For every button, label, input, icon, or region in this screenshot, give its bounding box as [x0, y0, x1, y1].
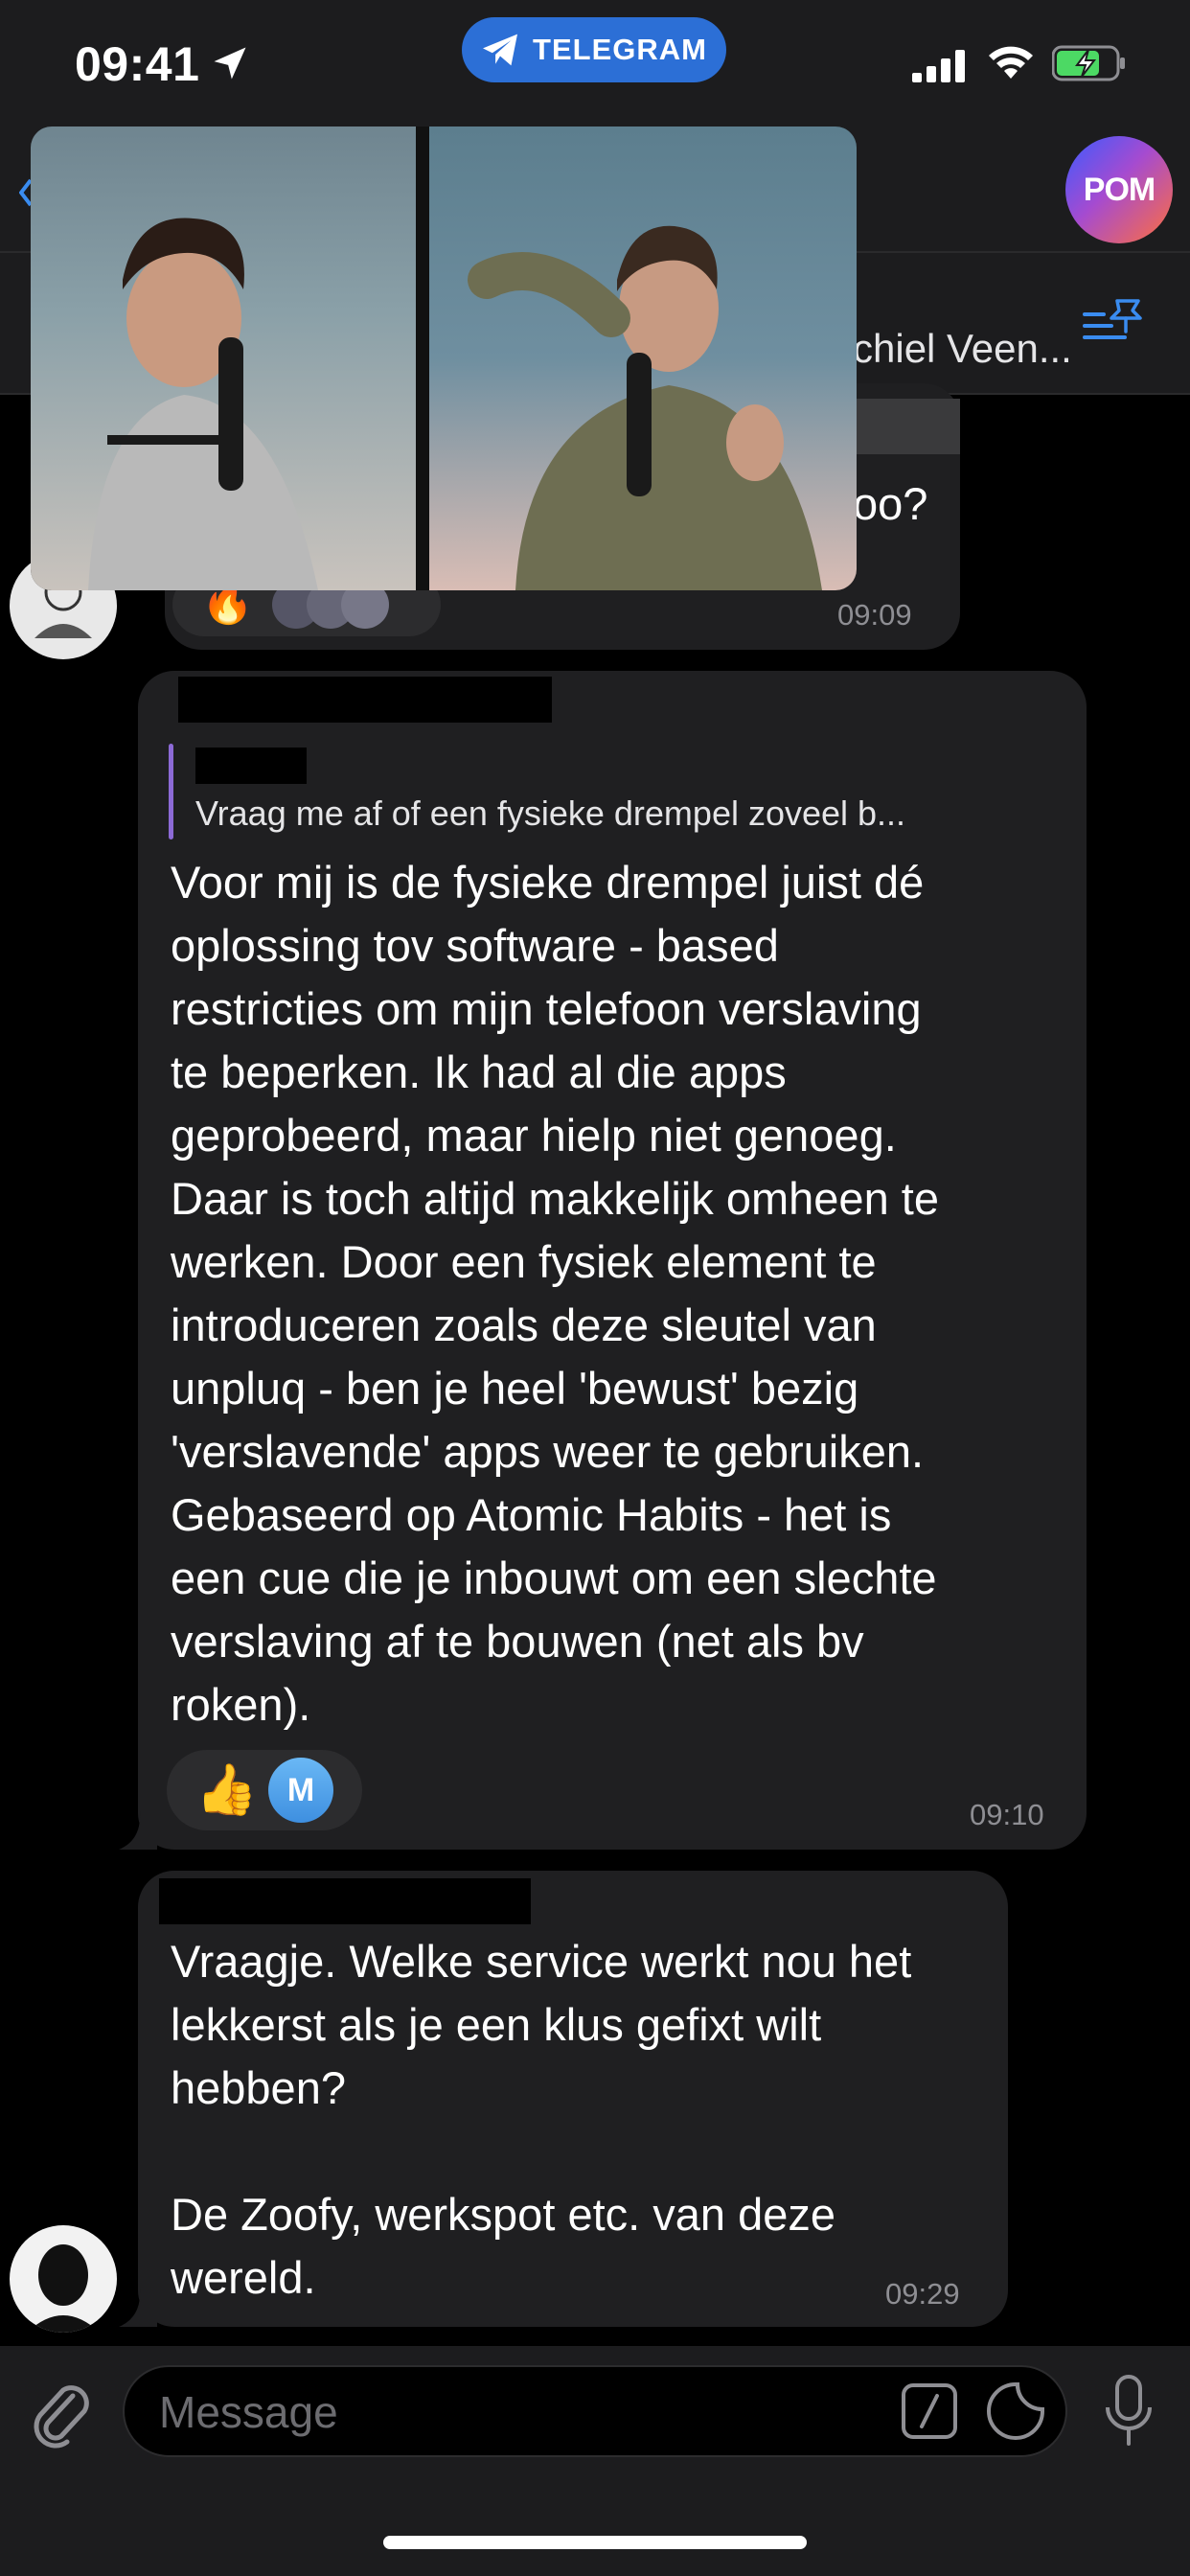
microphone-icon[interactable]	[1102, 2373, 1156, 2450]
bubble-tail	[119, 2288, 157, 2327]
reply-preview-text[interactable]: Vraag me af of een fysieke drempel zovee…	[195, 794, 905, 834]
redacted-reply-name	[195, 748, 307, 784]
message-input-placeholder: Message	[159, 2387, 338, 2437]
reply-quote-bar	[169, 744, 173, 840]
message-text: Voor mij is de fysieke drempel juist dé …	[171, 857, 939, 1730]
video-feed-right	[429, 126, 857, 590]
status-time: 09:41	[75, 37, 200, 91]
attachment-icon[interactable]	[29, 2375, 94, 2451]
telegram-plane-icon	[483, 34, 518, 66]
redacted-sender-name	[159, 1878, 531, 1924]
reaction-pill[interactable]: 👍 M	[167, 1750, 362, 1830]
video-feed-left	[31, 126, 416, 590]
reactor-avatar: M	[268, 1758, 333, 1823]
sticker-icon[interactable]	[985, 2380, 1046, 2442]
pinned-list-icon[interactable]	[1083, 297, 1146, 345]
reaction-emoji: 👍	[195, 1762, 258, 1818]
redacted-block	[843, 399, 960, 454]
redacted-sender-name	[178, 677, 552, 723]
chat-screen: 09:41 TELEGRAM POM chiel Veen... oo? 🔥 0…	[0, 0, 1190, 2576]
message-time: 09:29	[885, 2277, 960, 2311]
video-pip[interactable]	[31, 126, 857, 590]
cellular-signal-icon	[912, 50, 965, 82]
message-time: 09:09	[837, 598, 912, 632]
avatar-silhouette	[27, 2244, 100, 2333]
message-text: Vraagje. Welke service werkt nou het lek…	[171, 1936, 912, 2303]
channel-avatar[interactable]: POM	[1065, 136, 1173, 243]
pinned-message-sender[interactable]: chiel Veen...	[853, 326, 1072, 372]
home-indicator[interactable]	[383, 2536, 807, 2549]
battery-charging-icon	[1052, 45, 1125, 81]
sender-avatar[interactable]	[10, 2225, 117, 2333]
bubble-tail	[119, 1811, 157, 1850]
person-illustration	[88, 218, 318, 590]
telegram-pill-label: TELEGRAM	[533, 33, 707, 66]
bot-command-icon[interactable]	[901, 2382, 958, 2440]
wifi-icon	[989, 46, 1033, 79]
telegram-pill[interactable]: TELEGRAM	[462, 17, 726, 82]
location-arrow-icon	[214, 47, 246, 80]
message-time: 09:10	[970, 1798, 1044, 1831]
person-illustration	[468, 225, 822, 590]
message-text: oo?	[853, 478, 928, 529]
